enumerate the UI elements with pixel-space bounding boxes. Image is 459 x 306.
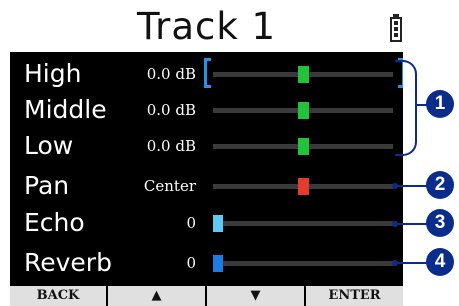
device-display-figure: Track 1 High 0.0 dB Middle 0.0 dB Low 0.… <box>0 0 459 306</box>
param-value-high: 0.0 dB <box>146 65 196 83</box>
footer-softkeys: BACK ▲ ▼ ENTER <box>10 286 403 306</box>
selection-bracket-left <box>204 58 211 88</box>
param-label-middle: Middle <box>24 95 107 124</box>
callout-leader-2 <box>396 185 430 187</box>
down-arrow-button[interactable]: ▼ <box>207 286 306 306</box>
track-title: Track 1 <box>136 5 277 48</box>
slider-knob-low[interactable] <box>297 138 309 155</box>
param-label-high: High <box>24 59 82 88</box>
slider-knob-high[interactable] <box>297 66 309 83</box>
slider-track-echo[interactable] <box>213 221 393 226</box>
param-value-reverb: 0 <box>186 254 196 272</box>
row-low[interactable]: Low 0.0 dB <box>10 128 403 164</box>
callout-badge-4: 4 <box>426 248 454 276</box>
enter-button[interactable]: ENTER <box>306 286 403 306</box>
battery-full-icon <box>390 14 402 42</box>
callout-badge-1: 1 <box>426 90 454 118</box>
param-value-pan: Center <box>143 177 196 195</box>
param-label-low: Low <box>24 131 74 160</box>
param-label-pan: Pan <box>24 171 70 200</box>
slider-bar-reverb[interactable] <box>213 255 223 272</box>
row-reverb[interactable]: Reverb 0 <box>10 245 403 281</box>
row-echo[interactable]: Echo 0 <box>10 205 403 241</box>
param-value-middle: 0.0 dB <box>146 101 196 119</box>
slider-knob-middle[interactable] <box>297 102 309 119</box>
param-value-echo: 0 <box>186 214 196 232</box>
param-label-echo: Echo <box>24 208 85 237</box>
callout-bracket-eq <box>395 60 417 156</box>
back-button[interactable]: BACK <box>10 286 108 306</box>
title-bar: Track 1 <box>10 0 403 54</box>
row-pan[interactable]: Pan Center <box>10 168 403 204</box>
param-value-low: 0.0 dB <box>146 137 196 155</box>
slider-knob-pan[interactable] <box>297 178 309 195</box>
param-label-reverb: Reverb <box>24 248 112 277</box>
row-middle[interactable]: Middle 0.0 dB <box>10 92 403 128</box>
callout-badge-2: 2 <box>426 171 454 199</box>
slider-bar-echo[interactable] <box>213 215 223 232</box>
lcd-screen: Track 1 High 0.0 dB Middle 0.0 dB Low 0.… <box>10 0 403 306</box>
callout-leader-4 <box>396 262 430 264</box>
callout-badge-3: 3 <box>426 209 454 237</box>
callout-leader-3 <box>396 223 430 225</box>
slider-track-reverb[interactable] <box>213 261 393 266</box>
up-arrow-button[interactable]: ▲ <box>108 286 207 306</box>
